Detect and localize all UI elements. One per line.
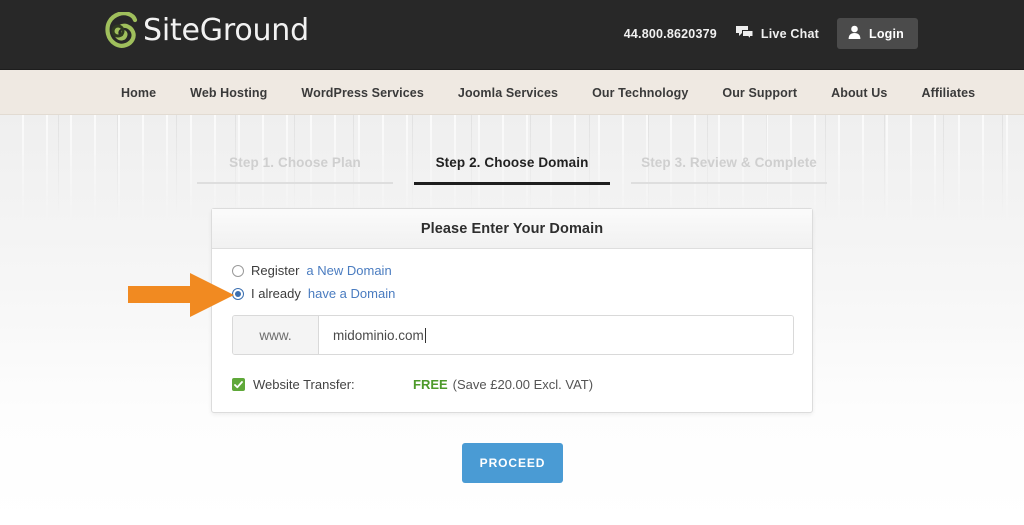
step-1-choose-plan[interactable]: Step 1. Choose Plan — [197, 155, 393, 185]
nav-item-our-support[interactable]: Our Support — [705, 86, 814, 100]
checkbox-website-transfer[interactable] — [232, 378, 245, 391]
nav-item-our-technology[interactable]: Our Technology — [575, 86, 705, 100]
step-1-label: Step 1. Choose Plan — [229, 155, 361, 170]
option-already-have-domain[interactable]: I already have a Domain — [232, 286, 792, 301]
proceed-button[interactable]: PROCEED — [462, 443, 563, 483]
chat-bubbles-icon — [735, 25, 754, 43]
main-navigation: Home Web Hosting WordPress Services Joom… — [0, 70, 1024, 115]
logo-text: SiteGround — [143, 12, 309, 48]
option-already-link[interactable]: have a Domain — [308, 286, 395, 301]
website-transfer-price: FREE — [413, 377, 448, 392]
domain-input-group[interactable]: www. midominio.com — [232, 315, 794, 355]
domain-input-value: midominio.com — [333, 327, 424, 343]
option-register-text: Register — [251, 263, 300, 278]
domain-input-prefix: www. — [233, 316, 319, 354]
logo[interactable]: SiteGround — [105, 12, 309, 48]
step-1-rule — [197, 182, 393, 184]
nav-item-about-us[interactable]: About Us — [814, 86, 904, 100]
website-transfer-label: Website Transfer: — [253, 377, 355, 392]
panel-title: Please Enter Your Domain — [212, 209, 812, 249]
site-header: SiteGround 44.800.8620379 Live Chat Logi… — [0, 0, 1024, 70]
phone-number: 44.800.8620379 — [623, 26, 717, 41]
nav-item-joomla-services[interactable]: Joomla Services — [441, 86, 575, 100]
domain-panel: Please Enter Your Domain Register a New … — [211, 208, 813, 413]
option-register-new-domain[interactable]: Register a New Domain — [232, 263, 792, 278]
step-3-review-complete[interactable]: Step 3. Review & Complete — [631, 155, 827, 185]
header-right: 44.800.8620379 Live Chat Login — [624, 18, 918, 49]
orange-arrow-right-icon — [128, 271, 238, 321]
step-2-choose-domain[interactable]: Step 2. Choose Domain — [414, 155, 610, 185]
nav-item-web-hosting[interactable]: Web Hosting — [173, 86, 284, 100]
live-chat-label: Live Chat — [760, 26, 819, 41]
page-root: SiteGround 44.800.8620379 Live Chat Logi… — [0, 0, 1024, 525]
user-icon — [848, 25, 861, 42]
siteground-swirl-icon — [105, 12, 139, 48]
website-transfer-note: (Save £20.00 Excl. VAT) — [452, 377, 594, 392]
domain-input[interactable]: midominio.com — [319, 316, 793, 354]
step-2-rule — [414, 182, 610, 185]
panel-body: Register a New Domain I already have a D… — [212, 249, 812, 412]
step-3-rule — [631, 182, 827, 184]
login-button[interactable]: Login — [836, 18, 918, 49]
text-caret — [424, 327, 426, 343]
step-3-label: Step 3. Review & Complete — [641, 155, 817, 170]
login-label: Login — [868, 26, 904, 41]
nav-item-wordpress-services[interactable]: WordPress Services — [284, 86, 440, 100]
live-chat-button[interactable]: Live Chat — [735, 25, 819, 43]
website-transfer-row: Website Transfer: FREE (Save £20.00 Excl… — [232, 377, 792, 392]
option-register-link[interactable]: a New Domain — [306, 263, 391, 278]
step-2-label: Step 2. Choose Domain — [435, 155, 589, 170]
option-already-text: I already — [251, 286, 301, 301]
nav-item-home[interactable]: Home — [116, 86, 173, 100]
nav-item-affiliates[interactable]: Affiliates — [904, 86, 992, 100]
checkout-steps: Step 1. Choose Plan Step 2. Choose Domai… — [197, 155, 827, 185]
nav-items: Home Web Hosting WordPress Services Joom… — [116, 70, 992, 115]
